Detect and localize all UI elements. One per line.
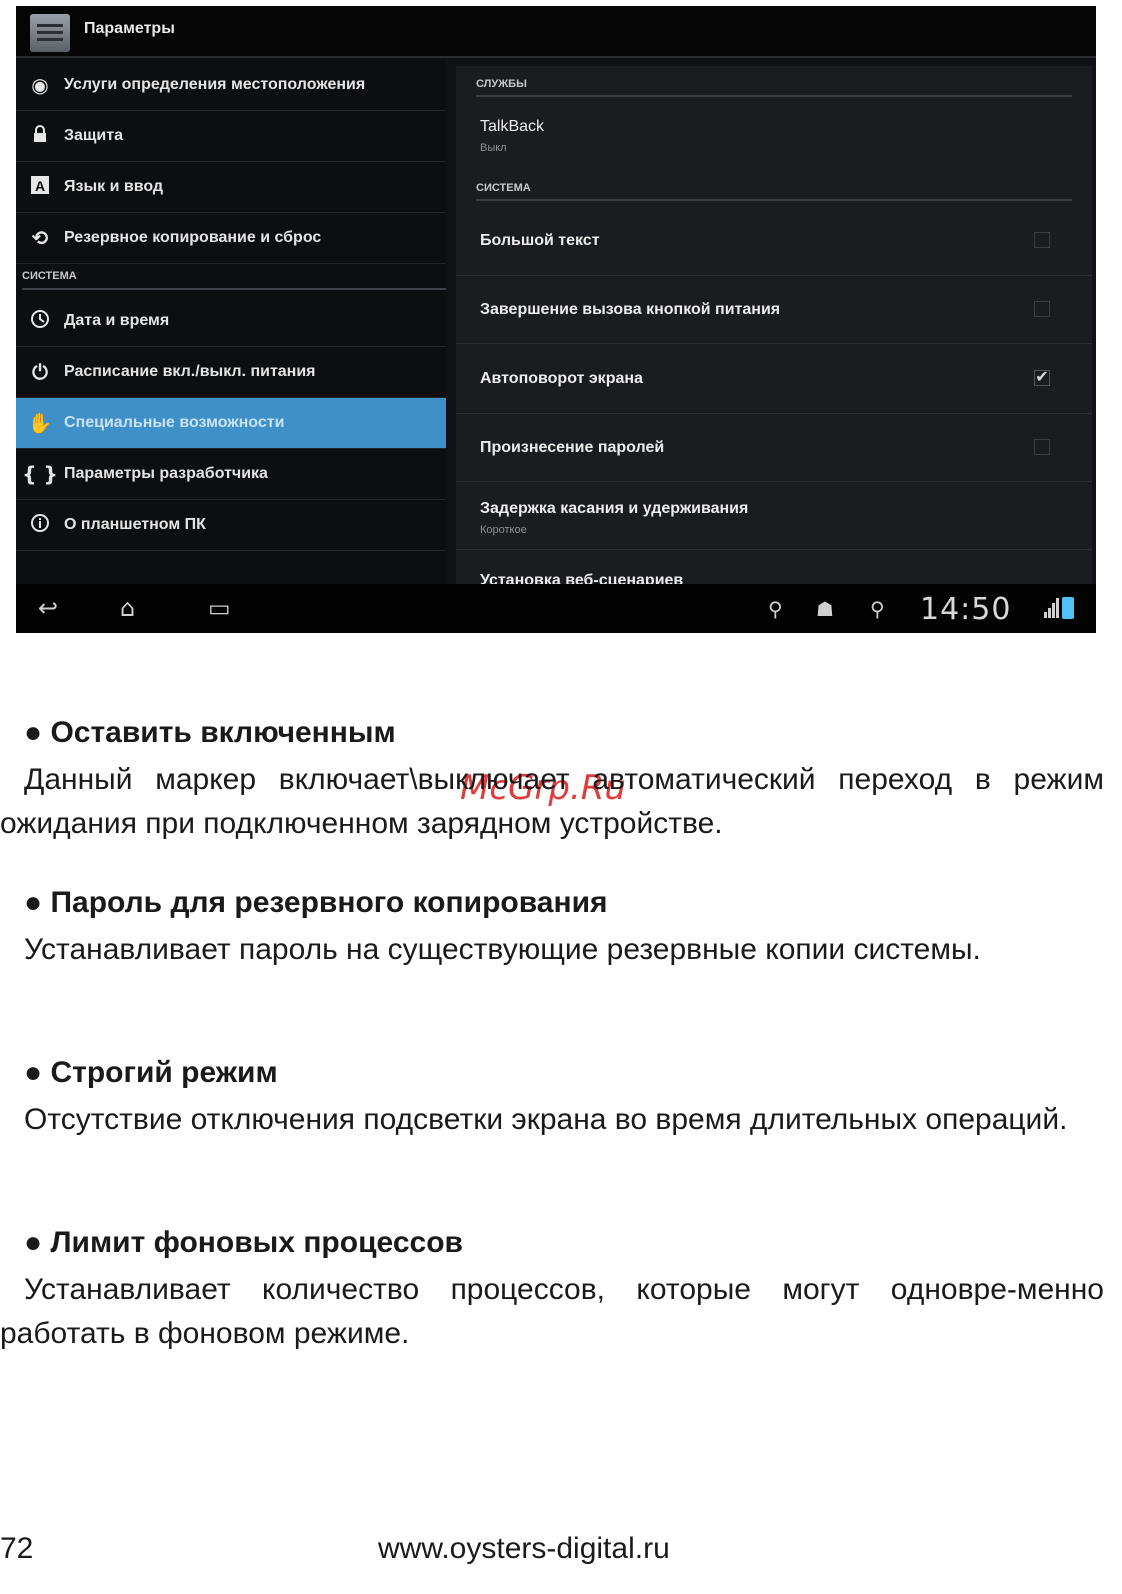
home-icon[interactable]: ⌂ <box>120 594 135 622</box>
back-icon[interactable]: ↩ <box>38 594 58 622</box>
section-strict-mode: ● Строгий режим Отсутствие отключения по… <box>0 1056 1122 1142</box>
page-number: 72 <box>0 1532 34 1565</box>
setting-auto-rotate[interactable]: Автоповорот экрана ✔ <box>456 344 1092 414</box>
section-background-limit: ● Лимит фоновых процессов Устанавливает … <box>0 1226 1122 1356</box>
system-navigation-bar: ↩ ⌂ ▭ ⚲ ☗ ⚲ 14:50 <box>16 584 1096 633</box>
setting-web-scripts[interactable]: Установка веб-сценариев <box>456 550 1092 584</box>
setting-title: Завершение вызова кнопкой питания <box>480 301 781 318</box>
section-header-system: СИСТЕМА <box>22 270 446 290</box>
hand-icon: ✋ <box>27 411 53 435</box>
menu-item-label: Параметры разработчика <box>64 465 268 482</box>
usb-icon-2: ⚲ <box>870 597 885 621</box>
section-text: Устанавливает пароль на существующие рез… <box>24 933 981 966</box>
app-title: Параметры <box>84 20 175 37</box>
setting-title: Автоповорот экрана <box>480 370 643 387</box>
menu-item-power-schedule[interactable]: ⏻ Расписание вкл./выкл. питания <box>16 347 446 398</box>
menu-item-label: Язык и ввод <box>64 178 164 195</box>
menu-item-location[interactable]: ◉ Услуги определения местоположения <box>16 60 446 111</box>
status-clock: 14:50 <box>920 592 1012 627</box>
keyboard-icon: A <box>16 175 64 199</box>
braces-icon: { } <box>22 462 58 486</box>
section-heading: ● Пароль для резервного копирования <box>24 886 608 919</box>
large-text-checkbox[interactable] <box>1034 232 1050 248</box>
auto-rotate-checkbox[interactable]: ✔ <box>1034 370 1050 386</box>
menu-item-accessibility[interactable]: ✋ Специальные возможности <box>16 398 446 449</box>
setting-speak-passwords[interactable]: Произнесение паролей <box>456 414 1092 482</box>
svg-text:A: A <box>35 178 45 194</box>
info-icon <box>16 513 64 538</box>
power-schedule-icon: ⏻ <box>32 360 48 384</box>
setting-subtitle: Выкл <box>480 142 507 154</box>
menu-item-label: Дата и время <box>64 312 170 329</box>
usb-icon: ⚲ <box>768 597 783 621</box>
section-keep-awake: ● Оставить включенным Данный маркер вклю… <box>0 716 1122 846</box>
speak-passwords-checkbox[interactable] <box>1034 439 1050 455</box>
menu-item-label: Защита <box>64 127 123 144</box>
action-bar: Параметры <box>16 6 1096 58</box>
menu-item-language[interactable]: A Язык и ввод <box>16 162 446 213</box>
section-heading: ● Строгий режим <box>24 1056 278 1089</box>
footer-url[interactable]: www.oysters-digital.ru <box>378 1532 670 1566</box>
setting-subtitle: Короткое <box>480 524 527 536</box>
setting-title: Произнесение паролей <box>480 439 665 456</box>
menu-item-about[interactable]: О планшетном ПК <box>16 500 446 551</box>
menu-item-label: Расписание вкл./выкл. питания <box>64 363 316 380</box>
backup-icon: ⟲ <box>31 226 49 250</box>
menu-item-label: Резервное копирование и сброс <box>64 229 322 246</box>
menu-item-label: Услуги определения местоположения <box>64 76 366 93</box>
setting-power-button-ends-call[interactable]: Завершение вызова кнопкой питания <box>456 276 1092 344</box>
section-heading: ● Лимит фоновых процессов <box>24 1226 463 1259</box>
setting-large-text[interactable]: Большой текст <box>456 206 1092 276</box>
setting-title: Задержка касания и удерживания <box>480 500 749 517</box>
setting-talkback[interactable]: TalkBack Выкл <box>456 102 1092 172</box>
section-backup-password: ● Пароль для резервного копирования Уста… <box>0 886 1122 972</box>
setting-touch-hold-delay[interactable]: Задержка касания и удерживания Короткое <box>456 482 1092 550</box>
settings-menu: ◉ Услуги определения местоположения Защи… <box>16 60 446 584</box>
section-text: Отсутствие отключения подсветки экрана в… <box>24 1103 1068 1136</box>
section-text: Устанавливает количество процессов, кото… <box>0 1273 1104 1350</box>
section-text: Данный маркер включает\выключает автомат… <box>0 763 1104 840</box>
section-header-services: СЛУЖБЫ <box>476 78 1072 97</box>
recent-apps-icon[interactable]: ▭ <box>208 594 231 622</box>
power-button-checkbox[interactable] <box>1034 301 1050 317</box>
clock-icon <box>16 309 64 334</box>
menu-item-backup[interactable]: ⟲ Резервное копирование и сброс <box>16 213 446 264</box>
battery-icon <box>1062 597 1074 619</box>
signal-icon <box>1044 598 1059 618</box>
menu-item-label: О планшетном ПК <box>64 516 206 533</box>
settings-app-icon[interactable] <box>30 14 70 52</box>
menu-item-date-time[interactable]: Дата и время <box>16 296 446 347</box>
accessibility-settings-pane: СЛУЖБЫ TalkBack Выкл СИСТЕМА Большой тек… <box>456 66 1092 584</box>
setting-title: TalkBack <box>480 118 545 135</box>
section-header-system-right: СИСТЕМА <box>476 182 1072 201</box>
menu-item-label: Специальные возможности <box>64 414 285 431</box>
lock-icon <box>16 124 64 148</box>
section-heading: ● Оставить включенным <box>24 716 396 749</box>
menu-item-developer[interactable]: { } Параметры разработчика <box>16 449 446 500</box>
android-debug-icon: ☗ <box>816 597 834 621</box>
setting-title: Большой текст <box>480 232 600 249</box>
location-icon: ◉ <box>31 73 49 97</box>
tablet-screenshot: Параметры ◉ Услуги определения местополо… <box>16 6 1096 633</box>
menu-item-security[interactable]: Защита <box>16 111 446 162</box>
setting-title: Установка веб-сценариев <box>480 572 684 584</box>
